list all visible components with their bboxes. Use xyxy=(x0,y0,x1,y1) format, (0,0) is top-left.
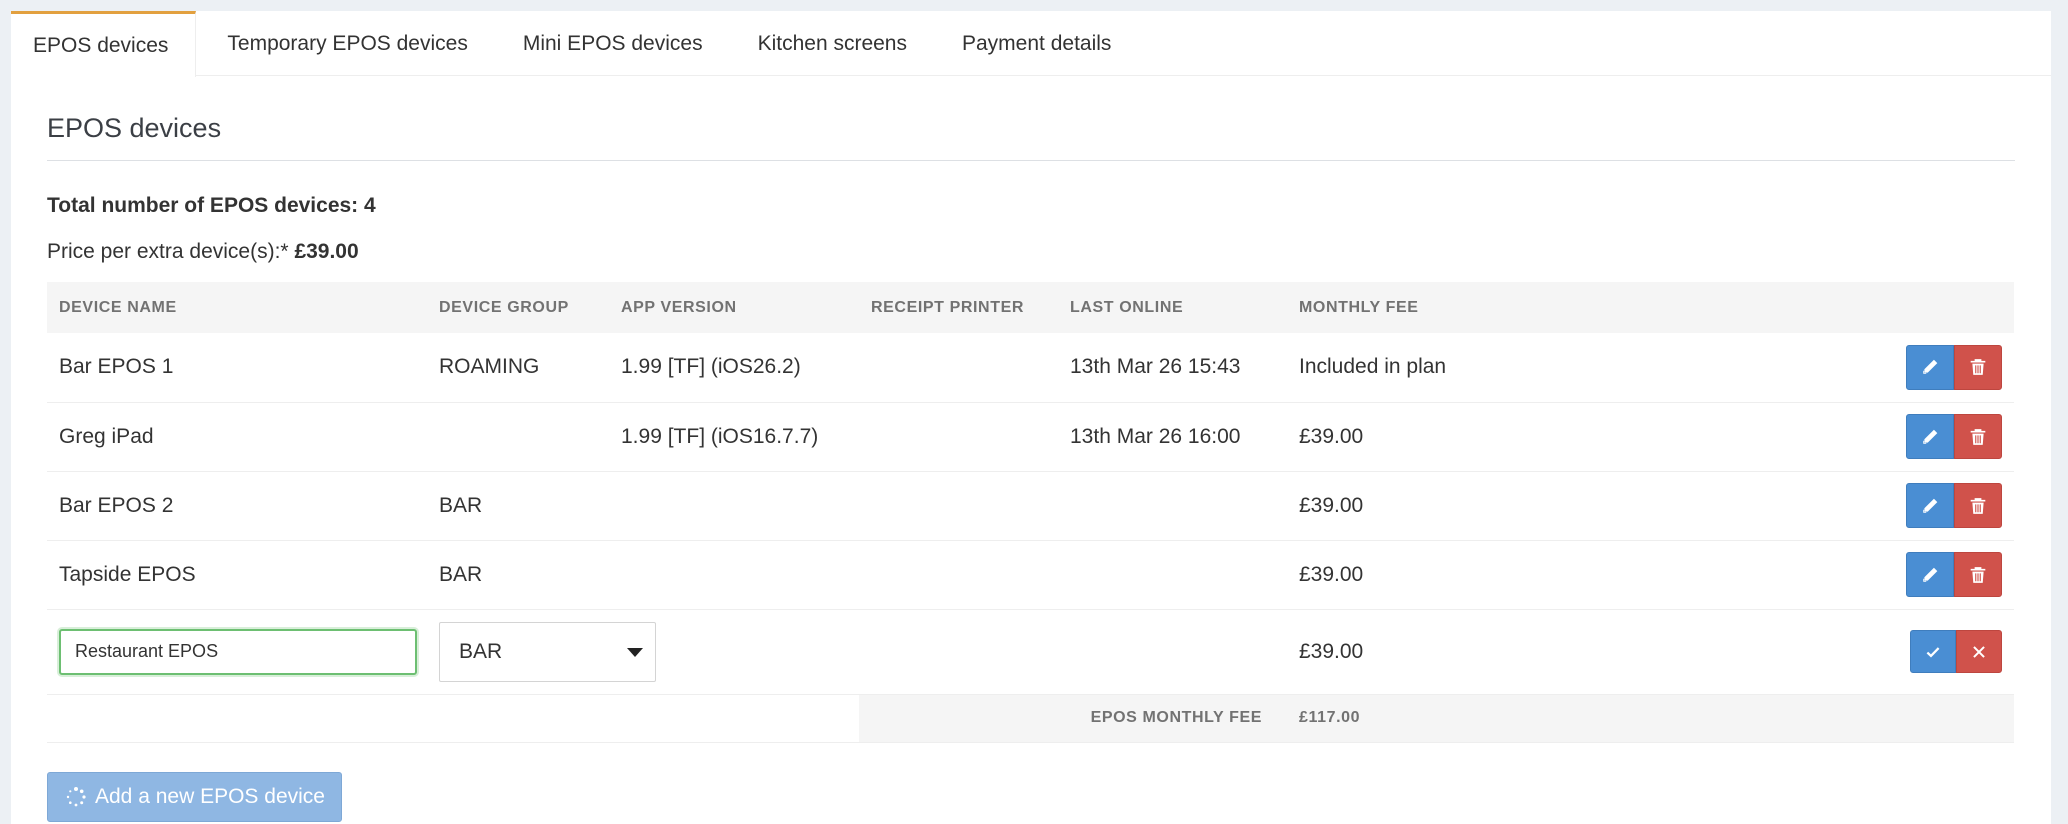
device-group-select[interactable]: BAR xyxy=(439,621,656,682)
device-group xyxy=(427,402,609,471)
last-online: 13th Mar 26 16:00 xyxy=(1070,424,1241,448)
device-name: Greg iPad xyxy=(59,424,154,448)
device-group: ROAMING xyxy=(439,355,540,379)
trash-icon xyxy=(1970,497,1986,514)
header-receipt-printer: RECEIPT PRINTER xyxy=(871,298,1025,316)
trash-icon xyxy=(1970,359,1986,376)
app-version xyxy=(609,471,859,540)
monthly-fee: Included in plan xyxy=(1299,355,1447,379)
summary-row: EPOS MONTHLY FEE £117.00 xyxy=(47,694,2014,742)
confirm-button[interactable] xyxy=(1910,630,1956,673)
header-monthly-fee: MONTHLY FEE xyxy=(1299,298,1419,316)
trash-icon xyxy=(1970,566,1986,583)
table-row: Bar EPOS 1 ROAMING 1.99 [TF] (iOS26.2) 1… xyxy=(47,333,2014,402)
edit-row-actions xyxy=(1597,609,2014,694)
device-name: Bar EPOS 2 xyxy=(59,493,174,517)
tab-bar: EPOS devices Temporary EPOS devices Mini… xyxy=(11,11,2051,77)
pencil-icon xyxy=(1923,429,1938,444)
table-row: Bar EPOS 2 BAR £39.00 xyxy=(47,471,2014,540)
monthly-fee: £39.00 xyxy=(1299,493,1364,517)
tab-mini-epos-devices[interactable]: Mini EPOS devices xyxy=(492,11,727,76)
tab-temporary-epos-devices[interactable]: Temporary EPOS devices xyxy=(196,11,491,76)
header-device-name: DEVICE NAME xyxy=(59,298,177,316)
edit-button[interactable] xyxy=(1906,414,1954,459)
pencil-icon xyxy=(1923,359,1938,374)
monthly-fee-total-value: £117.00 xyxy=(1287,694,1597,742)
last-online: 13th Mar 26 15:43 xyxy=(1070,355,1241,379)
tab-payment-details[interactable]: Payment details xyxy=(931,11,1135,76)
caret-down-icon xyxy=(627,647,643,657)
delete-button[interactable] xyxy=(1954,483,2002,528)
edit-device-row: BAR £39.00 xyxy=(47,609,2014,694)
edit-button[interactable] xyxy=(1906,483,1954,528)
tab-kitchen-screens[interactable]: Kitchen screens xyxy=(727,11,931,76)
delete-button[interactable] xyxy=(1954,414,2002,459)
monthly-fee: £39.00 xyxy=(1299,639,1364,663)
device-name: Bar EPOS 1 xyxy=(59,355,174,379)
row-actions xyxy=(1597,540,2014,609)
receipt-printer xyxy=(859,333,1058,402)
device-name: Tapside EPOS xyxy=(59,562,196,586)
app-version: 1.99 [TF] (iOS16.7.7) xyxy=(621,424,819,448)
app-version xyxy=(609,540,859,609)
table-row: Greg iPad 1.99 [TF] (iOS16.7.7) 13th Mar… xyxy=(47,402,2014,471)
receipt-printer xyxy=(859,402,1058,471)
pencil-icon xyxy=(1923,498,1938,513)
spinner-icon xyxy=(66,787,86,807)
device-name-input[interactable] xyxy=(59,628,417,675)
receipt-printer xyxy=(859,471,1058,540)
devices-table: DEVICE NAME DEVICE GROUP APP VERSION REC… xyxy=(47,282,2014,743)
trash-icon xyxy=(1970,428,1986,445)
total-devices-label: Total number of EPOS devices: 4 xyxy=(47,194,376,217)
price-per-device: Price per extra device(s):* £39.00 xyxy=(47,240,2015,264)
app-version: 1.99 [TF] (iOS26.2) xyxy=(621,355,801,379)
cancel-button[interactable] xyxy=(1956,630,2002,673)
header-app-version: APP VERSION xyxy=(621,298,737,316)
header-last-online: LAST ONLINE xyxy=(1070,298,1184,316)
pencil-icon xyxy=(1923,567,1938,582)
delete-button[interactable] xyxy=(1954,344,2002,390)
add-epos-device-button[interactable]: Add a new EPOS device xyxy=(47,772,342,822)
section-title: EPOS devices xyxy=(47,113,2015,161)
monthly-fee: £39.00 xyxy=(1299,424,1364,448)
price-label: Price per extra device(s):* xyxy=(47,240,289,263)
row-actions xyxy=(1597,471,2014,540)
monthly-fee-total-label: EPOS MONTHLY FEE xyxy=(859,694,1287,742)
receipt-printer xyxy=(859,540,1058,609)
edit-button[interactable] xyxy=(1906,552,1954,597)
device-group: BAR xyxy=(439,493,483,517)
row-actions xyxy=(1597,333,2014,402)
tab-epos-devices[interactable]: EPOS devices xyxy=(11,11,197,77)
last-online xyxy=(1058,540,1287,609)
add-button-label: Add a new EPOS device xyxy=(95,785,325,808)
delete-button[interactable] xyxy=(1954,552,2002,597)
devices-panel: EPOS devices Temporary EPOS devices Mini… xyxy=(11,11,2051,824)
monthly-fee: £39.00 xyxy=(1299,562,1364,586)
last-online xyxy=(1058,471,1287,540)
header-device-group: DEVICE GROUP xyxy=(439,298,569,316)
close-icon xyxy=(1973,645,1985,658)
table-header-row: DEVICE NAME DEVICE GROUP APP VERSION REC… xyxy=(47,282,2014,333)
device-group-selected: BAR xyxy=(459,639,503,663)
price-value: £39.00 xyxy=(294,240,359,263)
device-group: BAR xyxy=(439,562,483,586)
tab-content: EPOS devices Total number of EPOS device… xyxy=(47,76,2015,822)
row-actions xyxy=(1597,402,2014,471)
edit-button[interactable] xyxy=(1906,344,1954,390)
checkmark-icon xyxy=(1926,646,1940,658)
table-row: Tapside EPOS BAR £39.00 xyxy=(47,540,2014,609)
